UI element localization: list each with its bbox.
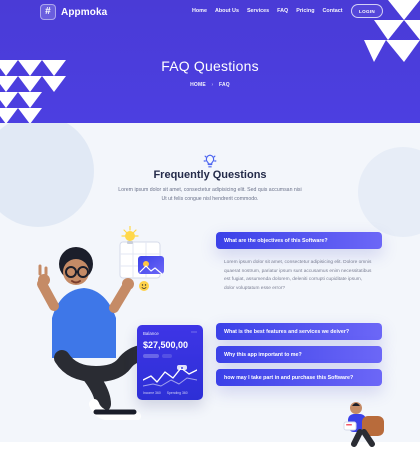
- faq-question-4[interactable]: how may I take part in and purchase this…: [216, 369, 382, 386]
- breadcrumb: HOME › FAQ: [0, 82, 420, 88]
- nav-contact-link[interactable]: Contact: [323, 8, 343, 14]
- nav-home-link[interactable]: Home: [192, 8, 207, 14]
- decorative-geometric-shape-right: [364, 0, 420, 62]
- decorative-blob: [358, 147, 420, 237]
- bottom-person-illustration: [343, 402, 384, 447]
- nav-services-link[interactable]: Services: [247, 8, 269, 14]
- section-subtitle: Lorem ipsum dolor sit amet, consectetur …: [118, 187, 302, 202]
- balance-pill: [162, 354, 172, 358]
- nav-pricing-link[interactable]: Pricing: [296, 8, 314, 14]
- nav-about-link[interactable]: About Us: [215, 8, 239, 14]
- breadcrumb-home[interactable]: HOME: [190, 82, 206, 88]
- breadcrumb-separator-icon: ›: [211, 82, 214, 88]
- brand-name: Appmoka: [61, 6, 108, 18]
- balance-pill: [143, 354, 159, 358]
- faq-answer-1: Lorem ipsum dolor sit amet, consectetur …: [224, 260, 372, 291]
- balance-amount: $27,500,00: [143, 340, 189, 350]
- main-nav: Home About Us Services FAQ Pricing Conta…: [192, 8, 343, 14]
- page-title: FAQ Questions: [161, 58, 259, 74]
- section-title: Frequently Questions: [153, 169, 267, 181]
- income-label: Income 360: [143, 391, 161, 395]
- more-icon: ⋯: [191, 330, 197, 336]
- faq-accordion: What are the objectives of this Software…: [216, 232, 382, 386]
- nav-faq-link[interactable]: FAQ: [277, 8, 288, 14]
- breadcrumb-current: FAQ: [218, 82, 230, 88]
- brand-logo[interactable]: # Appmoka: [40, 4, 107, 20]
- balance-label: Balance: [143, 331, 159, 336]
- hash-logo-icon: #: [40, 4, 56, 20]
- faq-question-2[interactable]: What is the best features and services w…: [216, 323, 382, 340]
- lightbulb-icon: [203, 154, 217, 168]
- balance-footer: Income 360 Spending 360: [143, 391, 188, 395]
- spending-label: Spending 360: [166, 391, 188, 395]
- balance-mini-chart: [143, 365, 197, 387]
- hero-header: # Appmoka Home About Us Services FAQ Pri…: [0, 0, 420, 123]
- faq-question-1[interactable]: What are the objectives of this Software…: [216, 232, 382, 249]
- faq-question-3[interactable]: Why this app important to me?: [216, 346, 382, 363]
- balance-card: Balance ⋯ $27,500,00 Income 360 Spending…: [137, 325, 203, 400]
